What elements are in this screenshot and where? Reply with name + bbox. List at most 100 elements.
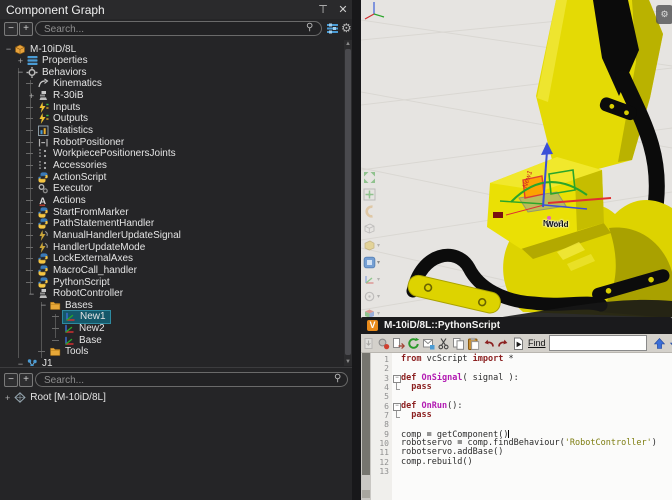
code-line[interactable]: pass xyxy=(401,411,672,420)
tree-item[interactable]: MacroCall_handler xyxy=(0,264,344,276)
tree-item[interactable]: WorkpiecePositionersJoints xyxy=(0,148,344,160)
tree-item[interactable]: Outputs xyxy=(0,113,344,125)
tree-branch-line xyxy=(26,142,33,143)
findnext-icon[interactable] xyxy=(669,337,672,350)
code-line[interactable] xyxy=(401,420,672,429)
fold-collapse-icon[interactable]: − xyxy=(393,375,401,383)
tree-item[interactable]: Base xyxy=(0,334,344,346)
expand-all-button[interactable]: + xyxy=(19,373,33,387)
code-line[interactable]: pass xyxy=(401,383,672,392)
debug-icon[interactable] xyxy=(377,337,391,350)
code-scrollbar[interactable] xyxy=(361,353,371,500)
tree-item[interactable]: PythonScript xyxy=(0,276,344,288)
code-editor[interactable]: 12345678910111213 −− from vcScript impor… xyxy=(361,353,672,500)
code-line[interactable]: comp.rebuild() xyxy=(401,458,672,467)
code-scrollbar-thumb[interactable] xyxy=(362,353,370,475)
positioner2-icon xyxy=(37,160,49,171)
tree-item[interactable]: New1 xyxy=(0,311,344,323)
code-line[interactable]: from vcScript import * xyxy=(401,355,672,364)
origin-circle-icon[interactable]: ▾ xyxy=(362,289,384,306)
bottom-search-input[interactable]: Search... xyxy=(35,372,348,387)
magnet-snap-icon[interactable] xyxy=(362,204,384,221)
expander[interactable]: − xyxy=(15,359,26,366)
filter-icon[interactable] xyxy=(326,22,339,35)
paste-icon[interactable] xyxy=(467,337,481,350)
tree-branch-line xyxy=(52,328,59,329)
code-text[interactable]: from vcScript import * def OnSignal( sign… xyxy=(401,353,672,500)
find-label: Find xyxy=(528,338,546,348)
tree-item[interactable]: HandlerUpdateMode xyxy=(0,241,344,253)
root-tree-item[interactable]: + Root [M-10iD/8L] xyxy=(5,392,106,403)
center-view-icon[interactable] xyxy=(362,187,384,204)
findprev-icon[interactable] xyxy=(653,337,667,350)
expander[interactable]: + xyxy=(26,91,37,101)
wireframe-cube-icon[interactable] xyxy=(362,221,384,238)
cut-icon[interactable] xyxy=(437,337,451,350)
tree-item-label: Executor xyxy=(53,183,92,194)
settings-gear-icon[interactable]: ⚙ xyxy=(341,21,352,35)
tree-item[interactable]: Tools xyxy=(0,346,344,358)
code-line[interactable] xyxy=(401,467,672,476)
tree-item[interactable]: LockExternalAxes xyxy=(0,253,344,265)
copy-icon[interactable] xyxy=(452,337,466,350)
expander[interactable]: − xyxy=(26,289,37,299)
3d-viewport[interactable]: New1 World New1 ▾▾▾▾▾ ⚙ xyxy=(361,0,672,318)
script-titlebar[interactable]: V M-10iD/8L::PythonScript xyxy=(361,317,672,334)
tree-item[interactable]: StartFromMarker xyxy=(0,206,344,218)
tree-item-label: New1 xyxy=(80,311,106,322)
close-icon[interactable]: ✕ xyxy=(336,3,350,16)
undo-icon[interactable] xyxy=(482,337,496,350)
expander[interactable]: + xyxy=(5,393,10,403)
find-input[interactable] xyxy=(549,335,647,351)
scroll-up-icon[interactable]: ▲ xyxy=(344,41,352,47)
tree-item[interactable]: +R-30iB xyxy=(0,90,344,102)
solid-cube-icon[interactable]: ▾ xyxy=(362,238,384,255)
tree-item[interactable]: PathStatementHandler xyxy=(0,218,344,230)
expander[interactable]: − xyxy=(15,67,26,77)
tree-item[interactable]: Accessories xyxy=(0,160,344,172)
tree-item[interactable]: +Properties xyxy=(0,55,344,67)
tree-item[interactable]: ManualHandlerUpdateSignal xyxy=(0,229,344,241)
frame-icon xyxy=(64,311,76,322)
expander[interactable]: − xyxy=(3,44,14,54)
tree-scrollbar-thumb[interactable] xyxy=(345,49,351,355)
tree-item[interactable]: New2 xyxy=(0,323,344,335)
panel-splitter[interactable] xyxy=(352,0,361,500)
fold-column[interactable]: −− xyxy=(392,353,401,500)
tree-item[interactable]: −RobotController xyxy=(0,288,344,300)
expand-all-button[interactable]: + xyxy=(19,22,33,36)
code-line[interactable]: def OnRun(): xyxy=(401,402,672,411)
tree-item[interactable]: −M-10iD/8L xyxy=(0,43,344,55)
tree-item[interactable]: Kinematics xyxy=(0,78,344,90)
expander[interactable]: + xyxy=(15,56,26,66)
tree-item[interactable]: AActions xyxy=(0,194,344,206)
checkin-icon[interactable] xyxy=(362,337,376,350)
refresh-icon[interactable] xyxy=(407,337,421,350)
send-icon[interactable] xyxy=(422,337,436,350)
tree-item[interactable]: RobotPositioner xyxy=(0,136,344,148)
findpage-icon[interactable] xyxy=(512,337,526,350)
search-input[interactable]: Search... xyxy=(35,21,322,36)
tree-item[interactable]: −Behaviors xyxy=(0,66,344,78)
collapse-all-button[interactable]: − xyxy=(4,22,18,36)
collapse-all-button[interactable]: − xyxy=(4,373,18,387)
select-mode-icon[interactable]: ▾ xyxy=(362,255,384,272)
tree-item[interactable]: Statistics xyxy=(0,125,344,137)
tree-item[interactable]: −J1 xyxy=(0,358,344,366)
frame-axes-icon[interactable]: ▾ xyxy=(362,272,384,289)
tree-item[interactable]: Inputs xyxy=(0,101,344,113)
tree-item[interactable]: Executor xyxy=(0,183,344,195)
pin-icon[interactable]: ⊤ xyxy=(316,3,330,16)
fold-collapse-icon[interactable]: − xyxy=(393,403,401,411)
redo-icon[interactable] xyxy=(497,337,511,350)
viewport-options-icon[interactable]: ⚙ xyxy=(656,5,672,24)
export-icon[interactable] xyxy=(392,337,406,350)
expander[interactable]: − xyxy=(38,300,49,310)
tree-item[interactable]: ActionScript xyxy=(0,171,344,183)
code-line[interactable]: def OnSignal( signal ): xyxy=(401,374,672,383)
tree-scrollbar[interactable]: ▲ ▼ xyxy=(344,40,352,366)
fit-view-icon[interactable] xyxy=(362,170,384,187)
scroll-down-icon[interactable]: ▼ xyxy=(344,359,352,365)
tree-item[interactable]: −Bases xyxy=(0,299,344,311)
tree-branch-line xyxy=(26,83,33,84)
